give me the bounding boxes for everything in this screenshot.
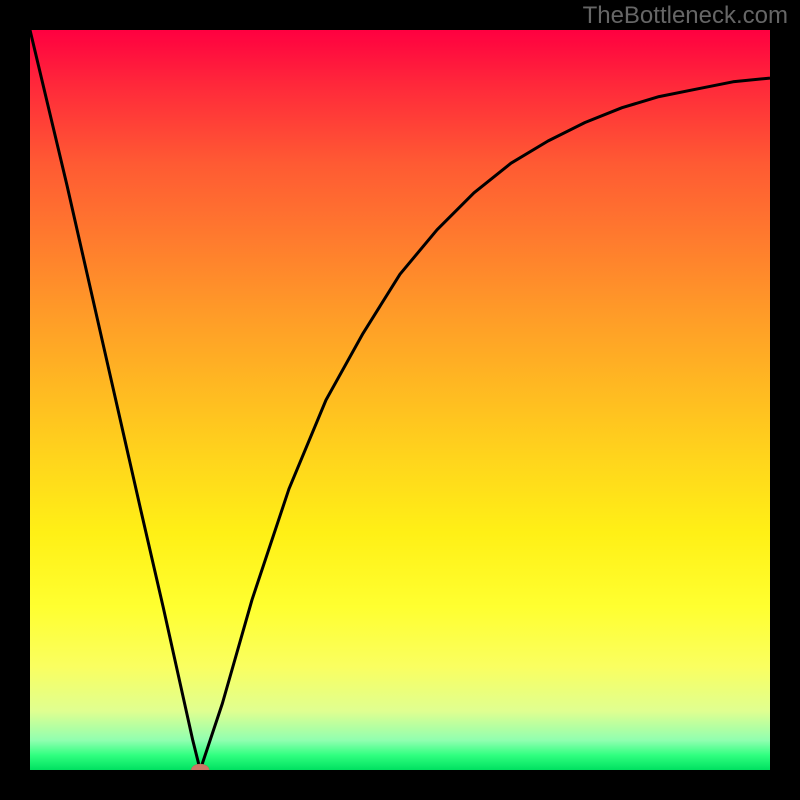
chart-container: TheBottleneck.com [0, 0, 800, 800]
watermark-text: TheBottleneck.com [583, 2, 788, 30]
plot-area [30, 30, 770, 770]
bottleneck-curve [30, 30, 770, 770]
chart-svg [30, 30, 770, 770]
optimal-marker [191, 764, 209, 770]
